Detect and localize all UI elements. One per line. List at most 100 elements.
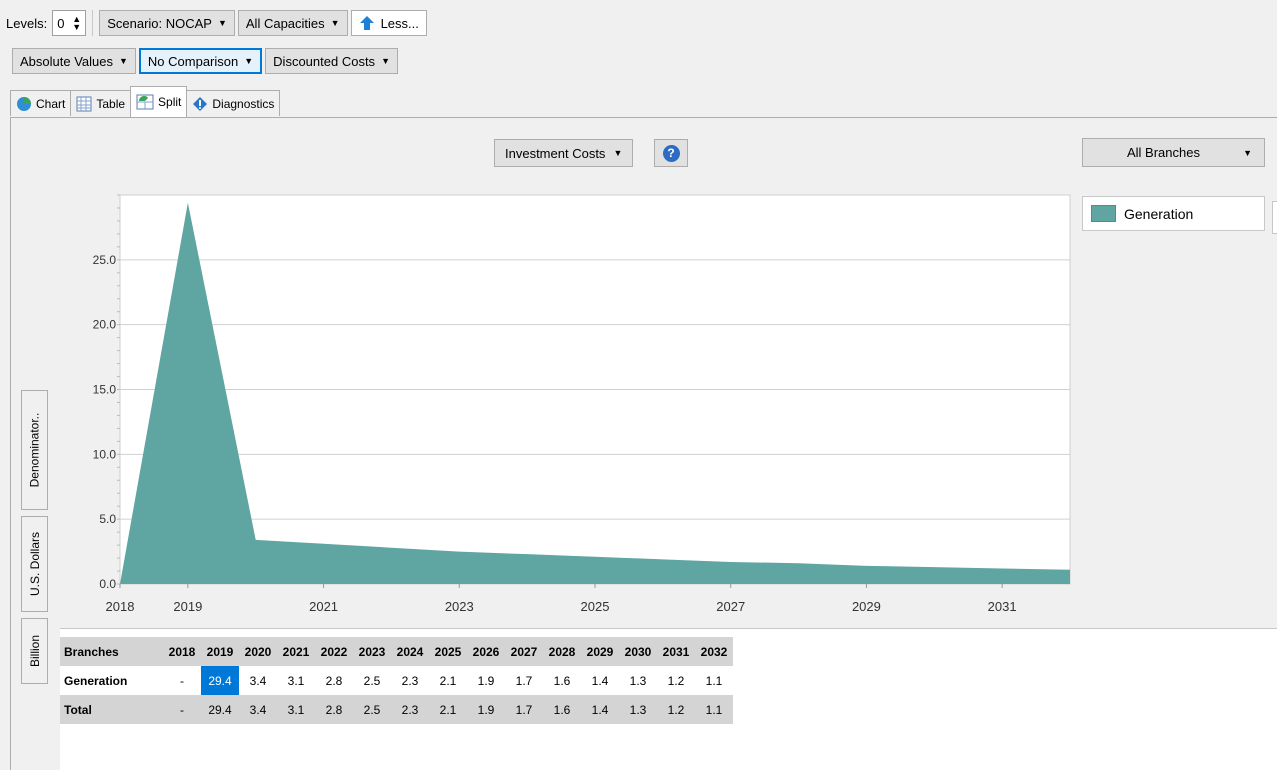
costs-dropdown[interactable]: Discounted Costs ▼ [265,48,398,74]
investment-costs-chart: 0.0 5.0 10.0 15.0 20.0 25.0 2018 2019 2021 2023 20… [93,194,1071,614]
x-tick-label: 2029 [852,599,881,614]
branches-label: All Branches [1127,145,1200,160]
total-label: Total [64,702,92,717]
table-cell[interactable]: 1.6 [543,666,581,695]
table-cell[interactable]: 3.4 [239,666,277,695]
total-cell: 1.3 [629,702,647,717]
total-cell: 1.9 [477,702,495,717]
header-year: 2023 [358,644,386,659]
total-cell: 1.1 [705,702,723,717]
currency-tab[interactable]: U.S. Dollars [21,516,48,612]
scenario-label: Scenario: NOCAP [107,15,212,31]
denominator-label: Denominator.. [27,412,42,488]
help-icon: ? [662,144,680,162]
table-cell[interactable]: 29.4 [201,666,239,695]
tab-chart-label: Chart [36,96,66,111]
table-cell[interactable]: 1.7 [505,666,543,695]
comparison-label: No Comparison [147,53,239,69]
total-cell: 2.8 [325,702,343,717]
table-cell[interactable]: 1.4 [581,666,619,695]
chevron-down-icon: ▼ [217,18,227,28]
table-cell[interactable]: 2.5 [353,666,391,695]
table-cell[interactable]: 1.2 [657,666,695,695]
table-total-row: Total - 29.4 3.4 3.1 2.8 2.5 2.3 2.1 1.9 1.7 1.6 1.4… [60,695,733,724]
y-tick-label: 15.0 [93,383,117,397]
metric-label: Investment Costs [505,145,606,161]
header-year: 2019 [206,644,234,659]
data-table-panel: Branches 2018 2019 2020 2021 2022 2023 2024 2025… [60,628,1277,770]
header-branches: Branches [64,644,119,659]
toolbar-row-2: Absolute Values ▼ No Comparison ▼ Discou… [12,48,398,74]
table-cell[interactable]: 2.8 [315,666,353,695]
total-cell: 3.1 [287,702,305,717]
data-table: Branches 2018 2019 2020 2021 2022 2023 2024 2025… [60,637,733,724]
chevron-down-icon: ▼ [244,56,254,66]
table-icon [76,96,92,111]
spinner-arrows-icon[interactable]: ▲ ▼ [72,15,81,32]
diagnostics-icon [193,96,208,111]
table-cell[interactable]: - [163,666,201,695]
chevron-down-icon: ▼ [119,56,128,66]
x-tick-label: 2023 [445,599,474,614]
total-cell: 2.5 [363,702,381,717]
header-year: 2025 [434,644,462,659]
total-cell: 2.1 [439,702,457,717]
up-arrow-icon [359,16,374,30]
unit-tab[interactable]: Billion [21,618,48,684]
legend-label: Generation [1124,205,1194,222]
total-cell: 29.4 [208,702,232,717]
table-cell[interactable]: 1.1 [695,666,733,695]
comparison-dropdown[interactable]: No Comparison ▼ [138,48,263,74]
less-button[interactable]: Less... [350,10,427,36]
table-cell[interactable]: 3.1 [277,666,315,695]
branches-dropdown[interactable]: All Branches ▼ [1082,138,1265,167]
tab-chart[interactable]: Chart [10,90,72,116]
toolbar-row-1: Levels: 0 ▲ ▼ Scenario: NOCAP ▼ All Capac… [6,10,427,36]
table-cell[interactable]: 2.1 [429,666,467,695]
help-button[interactable]: ? [654,139,688,167]
y-tick-label: 20.0 [93,318,117,332]
header-year: 2031 [662,644,690,659]
table-header-row: Branches 2018 2019 2020 2021 2022 2023 2024 2025… [60,637,733,666]
table-row[interactable]: Generation -29.4 3.4 3.1 2.8 2.5 2.3 2.1 1.9 1.7 1… [60,666,733,695]
chevron-down-icon: ▼ [381,56,390,66]
legend-edge [1272,201,1277,234]
y-tick-label: 0.0 [99,577,116,591]
tab-split-label: Split [158,95,182,109]
table-cell[interactable]: 1.9 [467,666,505,695]
view-tabs: Chart Table Split Diagnostics [10,85,281,117]
total-cell: 2.3 [401,702,419,717]
levels-label: Levels: [6,15,48,31]
values-dropdown[interactable]: Absolute Values ▼ [12,48,136,74]
unit-label: Billion [27,634,42,668]
values-label: Absolute Values [20,53,113,69]
header-year: 2032 [700,644,728,659]
header-year: 2020 [244,644,272,659]
y-tick-label: 25.0 [93,253,117,267]
scenario-dropdown[interactable]: Scenario: NOCAP ▼ [99,10,235,36]
metric-dropdown[interactable]: Investment Costs ▼ [494,139,634,167]
capacities-label: All Capacities [245,15,325,31]
tab-diagnostics[interactable]: Diagnostics [186,90,281,116]
levels-value: 0 [57,15,65,31]
y-tick-label: 10.0 [93,447,117,461]
table-cell[interactable]: 1.3 [619,666,657,695]
levels-spinner[interactable]: 0 ▲ ▼ [52,10,87,36]
currency-label: U.S. Dollars [27,531,42,597]
tab-table[interactable]: Table [70,90,132,116]
header-year: 2028 [548,644,576,659]
header-year: 2027 [510,644,538,659]
costs-label: Discounted Costs [273,53,376,69]
total-cell: 1.2 [667,702,685,717]
toolbar-separator [92,10,94,36]
table-cell[interactable]: 2.3 [391,666,429,695]
header-year: 2024 [396,644,424,659]
capacities-dropdown[interactable]: All Capacities ▼ [237,10,348,36]
denominator-tab[interactable]: Denominator.. [21,390,48,510]
total-cell: 1.4 [591,702,609,717]
tab-split[interactable]: Split [130,86,188,117]
x-tick-label: 2019 [173,599,202,614]
x-tick-label: 2027 [716,599,745,614]
total-cell: - [180,702,184,717]
chevron-down-icon: ▼ [330,18,340,28]
